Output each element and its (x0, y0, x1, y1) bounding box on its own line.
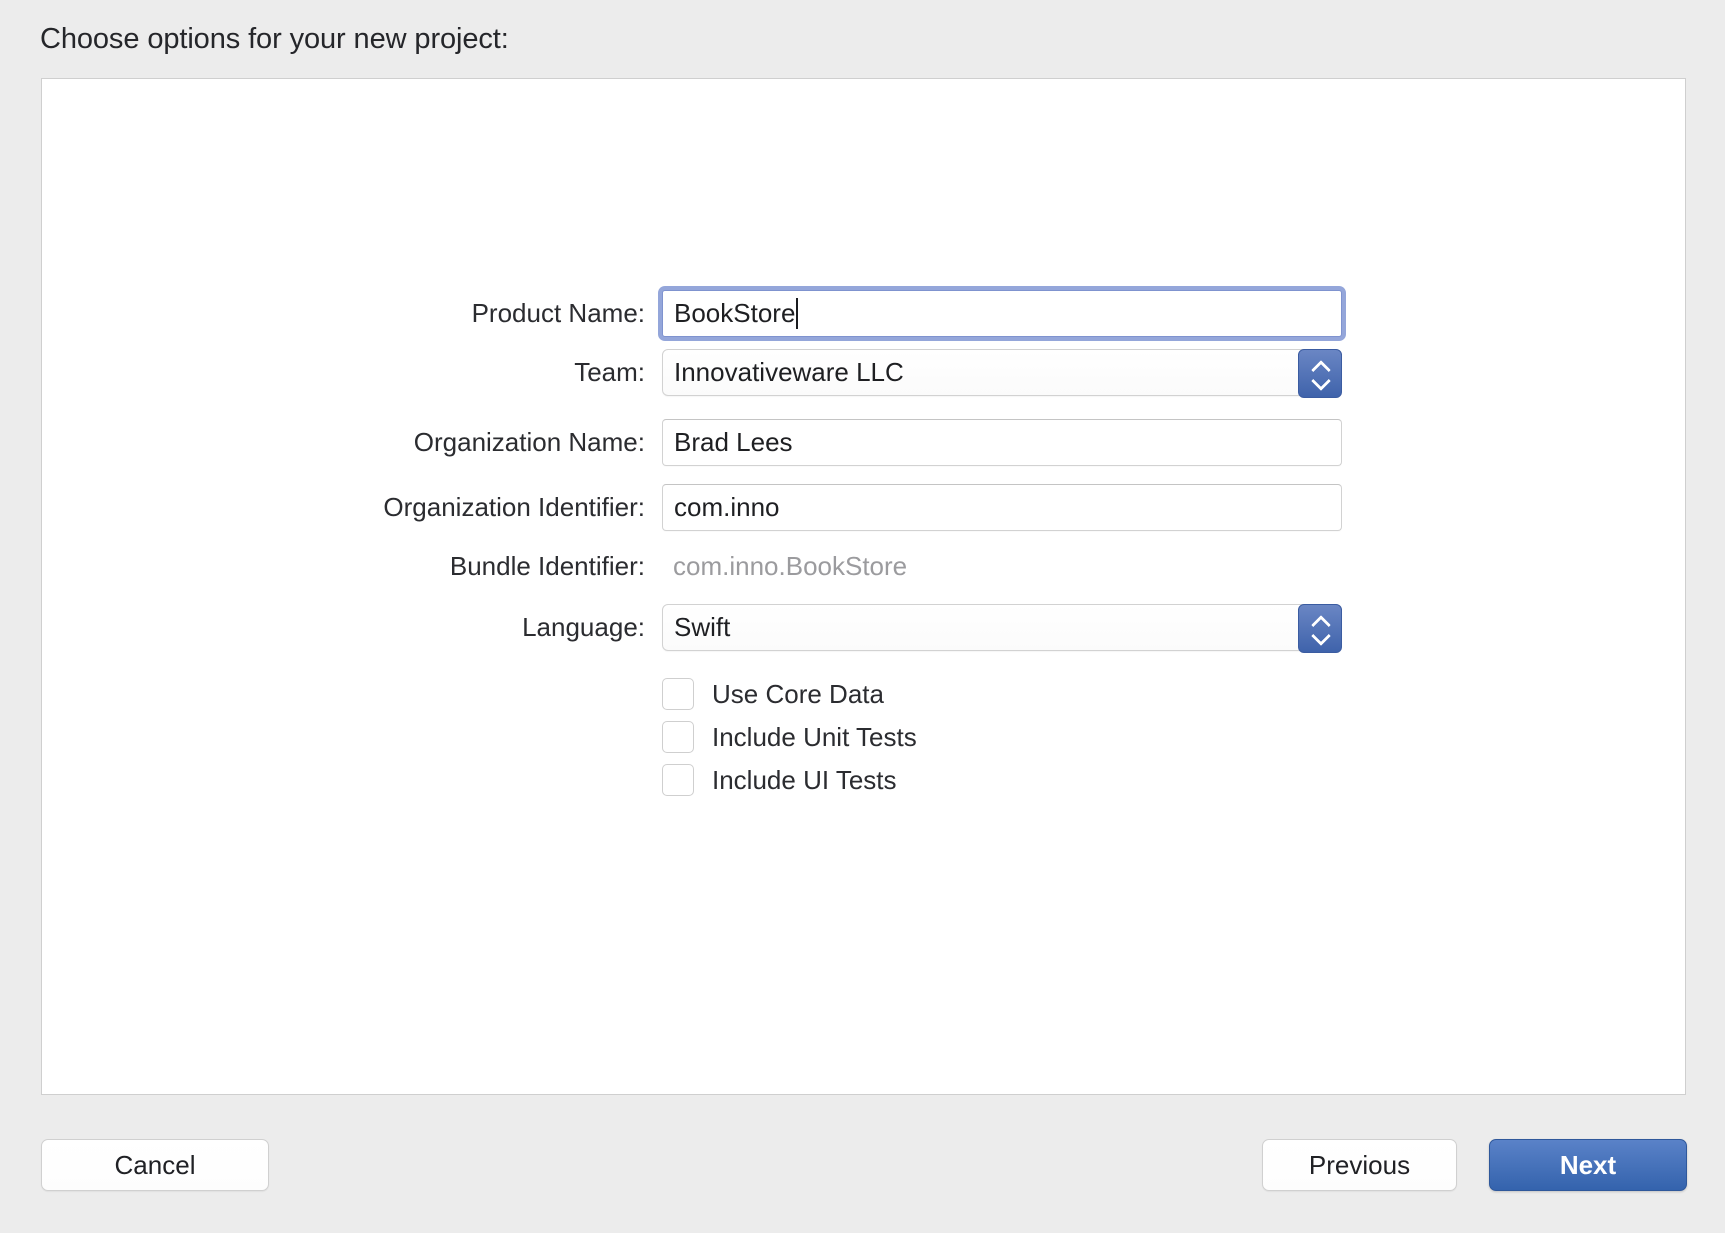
new-project-options-sheet: Choose options for your new project: Pro… (0, 0, 1725, 1233)
field-control-product-name: BookStore (662, 289, 1342, 337)
product-name-value: BookStore (674, 297, 796, 328)
field-label-bundle-identifier: Bundle Identifier: (449, 550, 645, 581)
language-stepper-arrows[interactable] (1298, 603, 1342, 653)
team-stepper-arrows[interactable] (1298, 348, 1342, 398)
use-core-data-label: Use Core Data (712, 678, 884, 709)
text-caret (796, 297, 799, 329)
field-label-product-name: Product Name: (471, 297, 645, 328)
field-control-team: Innovativeware LLC (662, 348, 1342, 398)
field-control-organization-name: Brad Lees (662, 418, 1342, 466)
field-control-bundle-identifier: com.inno.BookStore (662, 542, 907, 590)
use-core-data-checkbox[interactable] (662, 678, 694, 710)
team-select[interactable]: Innovativeware LLC (662, 348, 1342, 398)
organization-identifier-input[interactable]: com.inno (662, 483, 1342, 531)
chevron-up-icon (1312, 617, 1329, 626)
organization-name-input[interactable]: Brad Lees (662, 418, 1342, 466)
language-select[interactable]: Swift (662, 603, 1342, 653)
next-button[interactable]: Next (1489, 1139, 1687, 1191)
checkbox-row-include-unit-tests[interactable]: Include Unit Tests (662, 717, 917, 757)
field-row-language: Language: Swift (42, 603, 1685, 653)
field-label-organization-identifier: Organization Identifier: (383, 491, 645, 522)
organization-name-value: Brad Lees (674, 426, 793, 457)
project-options-form: Product Name: BookStore Team: Innovative… (42, 79, 1685, 1094)
previous-button[interactable]: Previous (1262, 1139, 1457, 1191)
chevron-down-icon (1312, 631, 1329, 640)
field-row-organization-identifier: Organization Identifier: com.inno (42, 483, 1685, 531)
field-label-team: Team: (574, 356, 645, 387)
field-row-bundle-identifier: Bundle Identifier: com.inno.BookStore (42, 542, 1685, 590)
field-control-organization-identifier: com.inno (662, 483, 1342, 531)
checkbox-row-include-ui-tests[interactable]: Include UI Tests (662, 760, 897, 800)
chevron-down-icon (1312, 376, 1329, 385)
field-control-language: Swift (662, 603, 1342, 653)
field-label-organization-name: Organization Name: (413, 426, 645, 457)
organization-identifier-value: com.inno (674, 491, 780, 522)
field-label-language: Language: (522, 611, 645, 642)
chevron-up-icon (1312, 362, 1329, 371)
bundle-identifier-value: com.inno.BookStore (673, 550, 908, 581)
product-name-input[interactable]: BookStore (662, 289, 1342, 337)
team-selected-value: Innovativeware LLC (674, 356, 904, 387)
sheet-title: Choose options for your new project: (40, 23, 509, 55)
cancel-button[interactable]: Cancel (41, 1139, 269, 1191)
include-unit-tests-checkbox[interactable] (662, 721, 694, 753)
field-row-team: Team: Innovativeware LLC (42, 348, 1685, 398)
options-panel: Product Name: BookStore Team: Innovative… (41, 78, 1686, 1095)
include-ui-tests-checkbox[interactable] (662, 764, 694, 796)
checkbox-row-use-core-data[interactable]: Use Core Data (662, 674, 884, 714)
include-unit-tests-label: Include Unit Tests (712, 721, 917, 752)
field-row-organization-name: Organization Name: Brad Lees (42, 418, 1685, 466)
field-row-product-name: Product Name: BookStore (42, 289, 1685, 337)
include-ui-tests-label: Include UI Tests (712, 764, 897, 795)
language-selected-value: Swift (674, 611, 731, 642)
